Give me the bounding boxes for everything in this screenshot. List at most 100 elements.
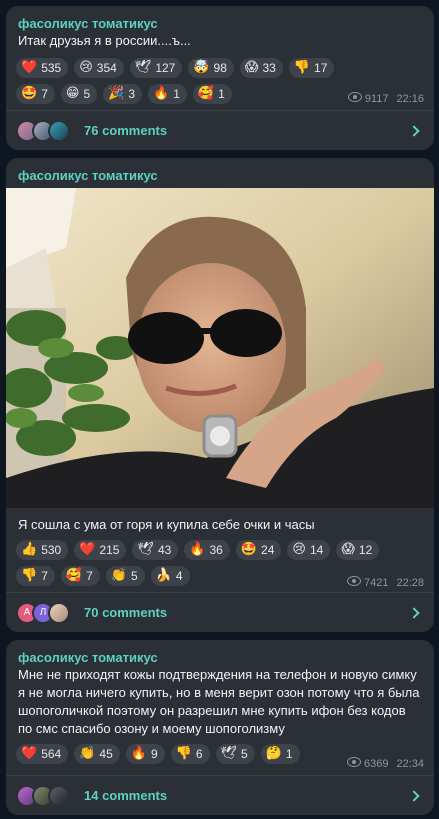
reactions: ❤️ 564 👏 45 🔥 9 👎 6 🕊 5 🤔 1 [6,738,336,764]
reaction-pill[interactable]: ❤️ 215 [74,540,127,560]
thumbs-down-icon: 👎 [21,568,38,583]
reaction-count: 5 [130,569,138,583]
thumbs-down-icon: 👎 [175,746,192,761]
reaction-pill[interactable]: 🥰 1 [192,84,232,104]
reaction-count: 7 [41,87,48,101]
reaction-pill[interactable]: 🤩 24 [235,540,282,560]
reaction-pill[interactable]: ❤️ 564 [16,744,69,764]
reaction-pill[interactable]: 👍 530 [16,540,69,560]
views-count: 9117 [364,93,389,105]
reaction-pill[interactable]: ❤️ 535 [16,58,69,78]
comments-link[interactable]: 76 comments [84,123,410,138]
star-struck-icon: 🤩 [240,542,258,557]
post-meta: 7421 22:28 [346,576,424,589]
heart-icon: ❤️ [21,746,38,761]
smiling-hearts-icon: 🥰 [197,86,215,101]
reaction-pill[interactable]: 🔥 9 [125,744,165,764]
reactions: ❤️ 535 😢 354 🕊 127 🤯 98 😱 33 👎 17 🤩 7 😁 5 🎉 3 🔥 1 … [6,50,386,104]
grin-icon: 😁 [65,86,80,101]
star-struck-icon: 🤩 [21,86,38,101]
post-photo[interactable] [6,188,434,508]
comments-link[interactable]: 70 comments [84,605,410,620]
reaction-pill[interactable]: 🤔 1 [260,744,300,764]
reaction-pill[interactable]: 😁 5 [60,84,98,104]
eye-icon [346,757,361,767]
comments-link[interactable]: 14 comments [84,788,410,803]
reaction-pill[interactable]: 🥰 7 [60,566,100,586]
reaction-count: 14 [309,543,324,557]
reaction-count: 5 [83,87,91,101]
reaction-count: 17 [314,61,328,75]
reaction-count: 127 [155,61,176,75]
reaction-count: 7 [41,569,48,583]
reaction-pill[interactable]: 👎 17 [288,58,335,78]
photo-image [6,188,434,508]
comments-bar[interactable]: 76 comments [6,110,434,150]
reaction-count: 5 [241,747,248,761]
reaction-pill[interactable]: 😢 354 [74,58,124,78]
reaction-pill[interactable]: 👎 6 [170,744,210,764]
smiling-hearts-icon: 🥰 [65,568,83,583]
reaction-count: 98 [213,61,227,75]
reaction-pill[interactable]: 🍌 4 [150,566,190,586]
post-author[interactable]: фасоликус томатикус [6,158,434,184]
reaction-count: 4 [175,569,183,583]
post-text: Мне не приходят кожы подтверждения на те… [18,667,420,736]
reaction-count: 7 [86,569,93,583]
eye-icon [347,92,362,102]
comments-bar[interactable]: А Л 70 comments [6,592,434,632]
reaction-pill[interactable]: 😱 12 [336,540,380,560]
post-time: 22:34 [396,757,424,770]
exploding-head-icon: 🤯 [193,60,210,75]
crying-face-icon: 😢 [292,542,306,557]
reaction-count: 33 [262,61,276,75]
reaction-count: 6 [195,747,203,761]
thumbs-up-icon: 👍 [21,542,38,557]
commenter-avatars [16,119,70,142]
post-2: фасоликус томатикус Я сошла с ума от гор… [6,158,434,632]
reaction-count: 3 [128,87,135,101]
fire-icon: 🔥 [189,542,206,557]
crying-face-icon: 😢 [79,60,93,75]
reaction-pill[interactable]: 🕊 43 [132,540,179,560]
comments-bar[interactable]: 14 comments [6,775,434,815]
reaction-pill[interactable]: 🤩 7 [16,84,55,104]
reaction-count: 36 [209,543,223,557]
post-author[interactable]: фасоликус томатикус [6,6,434,32]
heart-icon: ❤️ [21,60,38,75]
reaction-pill[interactable]: 👏 45 [74,744,120,764]
reaction-count: 43 [157,543,172,557]
avatar [48,784,70,807]
reaction-count: 12 [358,543,373,557]
avatar [48,601,70,624]
reaction-pill[interactable]: 🎉 3 [103,84,142,104]
reaction-count: 535 [41,61,62,75]
commenter-avatars [16,784,70,807]
reaction-pill[interactable]: 🤯 98 [188,58,234,78]
reaction-pill[interactable]: 🕊 127 [129,58,183,78]
reaction-pill[interactable]: 🔥 1 [148,84,187,104]
post-author[interactable]: фасоликус томатикус [6,640,434,666]
reaction-count: 530 [41,543,62,557]
clapping-hands-icon: 👏 [79,746,96,761]
reaction-pill[interactable]: 😢 14 [287,540,331,560]
reaction-count: 1 [218,87,225,101]
commenter-avatars: А Л [16,601,70,624]
clapping-hands-icon: 👏 [110,568,127,583]
reaction-pill[interactable]: 🔥 36 [184,540,230,560]
eye-icon [346,576,361,586]
reaction-pill[interactable]: 👎 7 [16,566,55,586]
reaction-count: 45 [99,747,113,761]
banana-icon: 🍌 [155,568,172,583]
screaming-face-icon: 😱 [341,542,355,557]
thinking-face-icon: 🤔 [265,746,282,761]
reaction-pill[interactable]: 😱 33 [239,58,283,78]
thumbs-down-icon: 👎 [293,60,311,75]
post-time: 22:28 [396,576,424,589]
post-meta: 9117 22:16 [347,92,424,105]
reaction-pill[interactable]: 👏 5 [105,566,145,586]
chevron-right-icon[interactable] [408,606,420,619]
chevron-right-icon[interactable] [408,789,420,802]
chevron-right-icon[interactable] [408,124,420,137]
reaction-pill[interactable]: 🕊 5 [215,744,255,764]
